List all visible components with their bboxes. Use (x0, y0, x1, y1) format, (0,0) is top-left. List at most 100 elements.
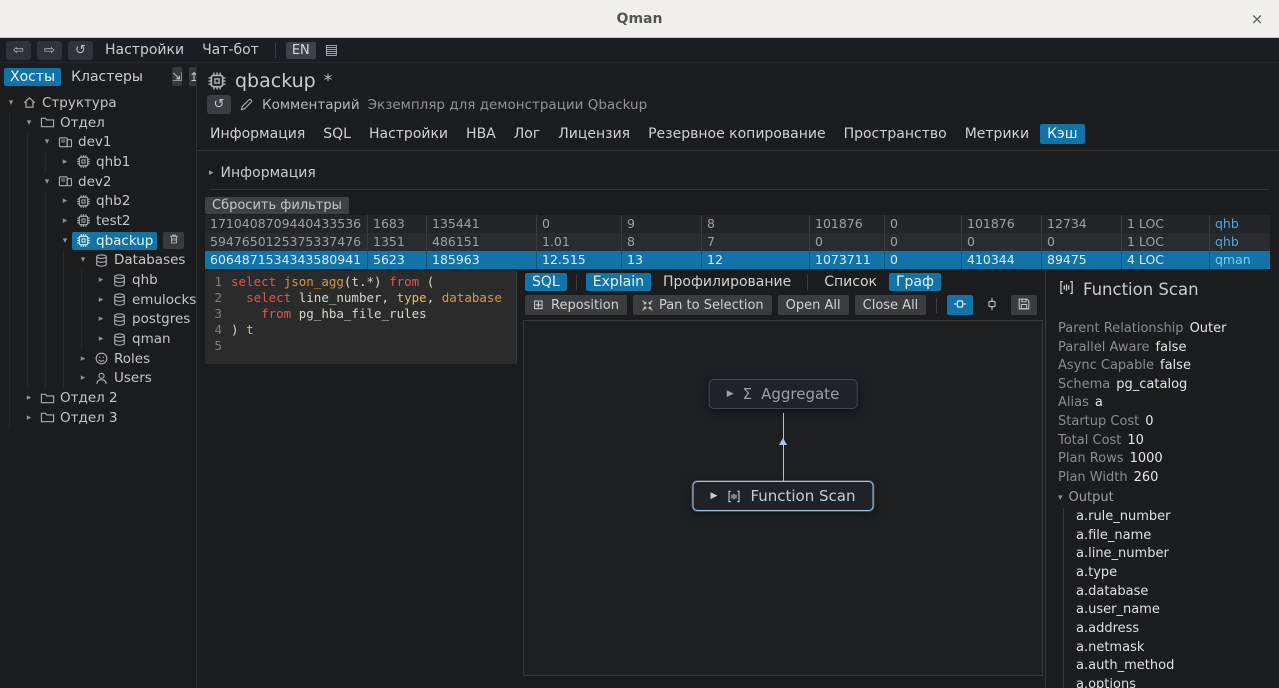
database-link[interactable]: qhb (1210, 233, 1270, 251)
tree-item-body[interactable]: qhb2 (72, 192, 134, 210)
tab-sql[interactable]: SQL (316, 124, 358, 144)
tab-hba[interactable]: HBA (459, 124, 503, 144)
tab-hosts[interactable]: Хосты (4, 68, 61, 86)
tree-item-отдел-3[interactable]: ▸Отдел 3 (0, 408, 196, 428)
tree-item-dev2[interactable]: ▾dev2 (0, 172, 196, 192)
tree-item-body[interactable]: dev2 (54, 173, 115, 191)
node-expander-icon[interactable]: ▶ (727, 389, 734, 399)
tree-expander-icon[interactable]: ▾ (76, 255, 90, 265)
output-section-header[interactable]: ▾ Output (1058, 489, 1273, 508)
table-row[interactable]: 594765012537533747613514861511.018700001… (205, 233, 1270, 251)
forward-button[interactable]: ⇨ (37, 41, 62, 60)
table-row[interactable]: 6064871534343580941562318596312.51513121… (205, 251, 1270, 269)
save-plan-button[interactable] (1011, 295, 1037, 315)
close-all-button[interactable]: Close All (855, 295, 927, 315)
tree-expander-icon[interactable]: ▸ (58, 216, 72, 226)
plan-node-function-scan[interactable]: ▶ Function Scan (693, 481, 874, 511)
output-column[interactable]: a.database (1076, 583, 1273, 602)
tree-expander-icon[interactable]: ▸ (94, 314, 108, 324)
section-expander-icon[interactable]: ▸ (209, 168, 214, 178)
tree-item-body[interactable]: qman (108, 330, 175, 348)
tree-expander-icon[interactable]: ▾ (58, 236, 72, 246)
output-column[interactable]: a.type (1076, 564, 1273, 583)
tree-item-body[interactable]: Отдел 2 (36, 389, 122, 407)
tree-item-body[interactable]: Отдел (36, 114, 109, 132)
tree-item-qhb1[interactable]: ▸qhb1 (0, 152, 196, 172)
tree-item-body[interactable]: qhb1 (72, 153, 134, 171)
table-row[interactable]: 1710408709440433536168313544109810187601… (205, 215, 1270, 233)
tree-item-roles[interactable]: ▸Roles (0, 349, 196, 369)
settings-menu[interactable]: Настройки (99, 42, 190, 58)
tree-item-users[interactable]: ▸Users (0, 369, 196, 389)
tree-item-body[interactable]: postgres (108, 310, 194, 328)
tree-item-body[interactable]: Структура (18, 94, 121, 112)
output-column[interactable]: a.rule_number (1076, 508, 1273, 527)
plan-node-aggregate[interactable]: ▶ Σ Aggregate (709, 379, 858, 409)
tab-пространство[interactable]: Пространство (837, 124, 954, 144)
tree-expander-icon[interactable]: ▸ (94, 334, 108, 344)
tree-item-структура[interactable]: ▾Структура (0, 93, 196, 113)
tree-item-body[interactable]: Roles (90, 350, 154, 368)
tree-expander-icon[interactable]: ▸ (58, 157, 72, 167)
tree-expander-icon[interactable]: ▸ (94, 275, 108, 285)
window-titlebar[interactable]: Qman × (0, 0, 1279, 38)
tree-item-отдел[interactable]: ▾Отдел (0, 113, 196, 133)
collapse-all-button[interactable]: ⇲ (172, 67, 182, 86)
tree-expander-icon[interactable]: ▸ (76, 354, 90, 364)
tab-метрики[interactable]: Метрики (958, 124, 1036, 144)
tree-item-body[interactable]: Databases (90, 251, 189, 269)
output-column[interactable]: a.options (1076, 676, 1273, 688)
layout-horizontal-button[interactable] (947, 295, 973, 315)
tree-item-qhb2[interactable]: ▸qhb2 (0, 191, 196, 211)
tab-кэш[interactable]: Кэш (1040, 124, 1084, 144)
node-expander-icon[interactable]: ▶ (711, 491, 718, 501)
tree-expander-icon[interactable]: ▸ (58, 196, 72, 206)
view-tab-explain[interactable]: Explain (586, 273, 651, 291)
language-button[interactable]: EN (286, 42, 316, 59)
comment-value[interactable]: Экземпляр для демонстрации Qbackup (368, 97, 648, 113)
tree-expander-icon[interactable]: ▸ (22, 393, 36, 403)
tree-expander-icon[interactable]: ▸ (76, 373, 90, 383)
tree-expander-icon[interactable]: ▾ (22, 118, 36, 128)
tree-item-qman[interactable]: ▸qman (0, 329, 196, 349)
undo-comment-button[interactable]: ↺ (207, 95, 231, 114)
tree-item-отдел-2[interactable]: ▸Отдел 2 (0, 388, 196, 408)
view-tab-граф[interactable]: Граф (889, 273, 941, 291)
tree-expander-icon[interactable]: ▾ (4, 98, 18, 108)
scroll-top-button[interactable]: ↥ (189, 67, 197, 86)
output-column[interactable]: a.line_number (1076, 545, 1273, 564)
output-column[interactable]: a.auth_method (1076, 657, 1273, 676)
tab-настройки[interactable]: Настройки (362, 124, 455, 144)
tab-лицензия[interactable]: Лицензия (551, 124, 637, 144)
delete-host-button[interactable] (163, 232, 184, 249)
sql-editor[interactable]: 1select json_agg(t.*) from (2 select lin… (205, 271, 517, 364)
reposition-button[interactable]: ⊞Reposition (525, 295, 627, 315)
tree-item-body[interactable]: Отдел 3 (36, 409, 122, 427)
view-tab-список[interactable]: Список (817, 273, 884, 291)
info-section-header[interactable]: ▸ Информация (209, 165, 1269, 190)
tree-item-body[interactable]: qbackup (72, 232, 157, 250)
tree-item-body[interactable]: qhb (108, 271, 162, 289)
tree-item-body[interactable]: Users (90, 369, 156, 387)
notebook-icon[interactable]: ▤ (322, 42, 341, 58)
chatbot-menu[interactable]: Чат-бот (196, 42, 265, 58)
output-column[interactable]: a.user_name (1076, 601, 1273, 620)
pencil-icon[interactable] (239, 97, 254, 112)
tree-item-body[interactable]: dev1 (54, 133, 115, 151)
open-all-button[interactable]: Open All (778, 295, 849, 315)
tree-item-body[interactable]: test2 (72, 212, 135, 230)
tree-item-emulocks[interactable]: ▸emulocks (0, 290, 196, 310)
tab-clusters[interactable]: Кластеры (65, 68, 149, 86)
tree-item-databases[interactable]: ▾Databases (0, 251, 196, 271)
tree-item-qbackup[interactable]: ▾qbackup (0, 231, 196, 251)
tree-item-body[interactable]: emulocks (108, 291, 197, 309)
output-column[interactable]: a.address (1076, 620, 1273, 639)
tree-expander-icon[interactable]: ▸ (94, 295, 108, 305)
output-column[interactable]: a.file_name (1076, 527, 1273, 546)
tree-expander-icon[interactable]: ▸ (22, 413, 36, 423)
pan-to-selection-button[interactable]: Pan to Selection (633, 295, 772, 315)
tab-информация[interactable]: Информация (203, 124, 312, 144)
tree-item-qhb[interactable]: ▸qhb (0, 270, 196, 290)
output-expander-icon[interactable]: ▾ (1058, 489, 1063, 508)
tree-item-dev1[interactable]: ▾dev1 (0, 132, 196, 152)
